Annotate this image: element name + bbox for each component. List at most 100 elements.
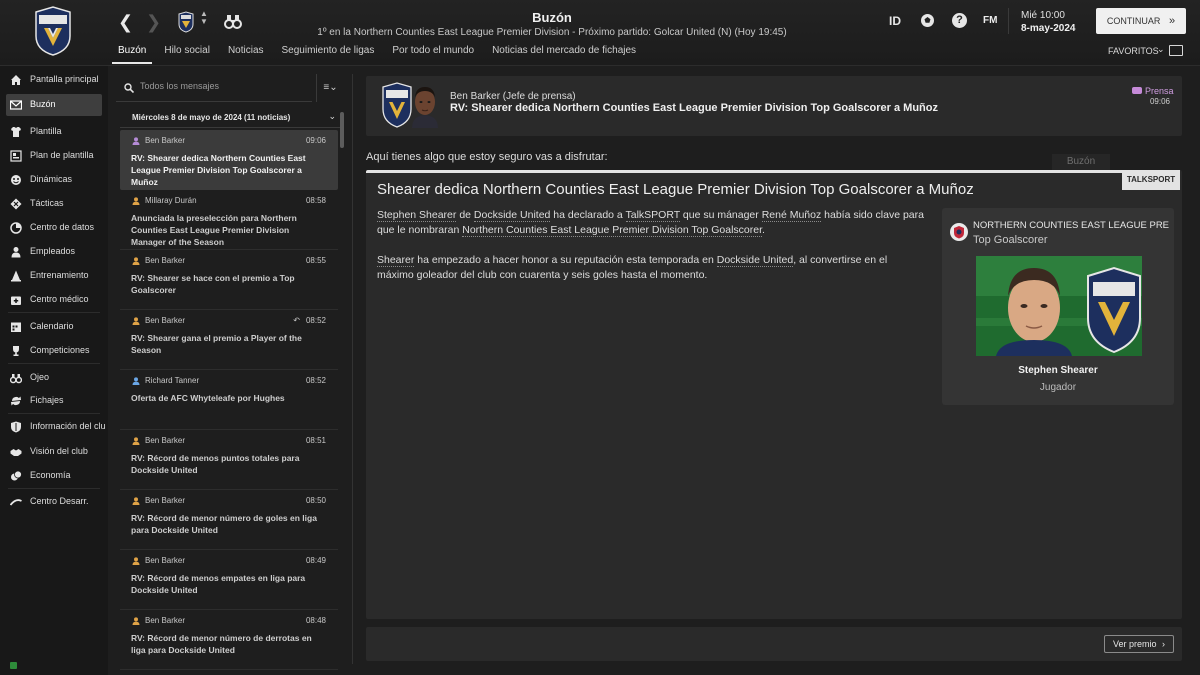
- club-link[interactable]: Dockside United: [473, 209, 551, 222]
- message-list-item[interactable]: Ben Barker ↶ 08:52 RV: Shearer gana el prem…: [120, 310, 338, 370]
- tab-por-todo-el-mundo[interactable]: Por todo el mundo: [386, 45, 480, 64]
- view-award-button[interactable]: Ver premio ›: [1104, 635, 1174, 653]
- sidebar-item-pantalla-principal[interactable]: Pantalla principal: [0, 69, 108, 91]
- message-list-item[interactable]: Ben Barker 09:06 RV: Shearer dedica Northe…: [120, 130, 338, 190]
- message-sender: Ben Barker: [145, 436, 186, 445]
- sidebar-item-label: Visión del club: [30, 446, 88, 456]
- sidebar-item-competiciones[interactable]: Competiciones: [0, 340, 108, 362]
- message-time: 08:50: [305, 496, 326, 505]
- player-photo[interactable]: [976, 256, 1142, 356]
- player-link[interactable]: Shearer: [377, 254, 415, 267]
- message-list-item[interactable]: Ben Barker 08:48 RV: Récord de menor númer…: [120, 610, 338, 670]
- binoculars-icon: [10, 374, 22, 384]
- fm-menu-button[interactable]: FM: [983, 15, 997, 26]
- award-name: Top Goalscorer: [973, 234, 1048, 246]
- list-scrollbar[interactable]: [340, 112, 344, 148]
- message-list-item[interactable]: Millaray Durán 08:58 Anunciada la preselec…: [120, 190, 338, 250]
- award-link[interactable]: Northern Counties East League Premier Di…: [462, 224, 763, 237]
- sidebar-item-fichajes[interactable]: Fichajes: [0, 390, 108, 412]
- chevron-down-icon[interactable]: ⌄: [1157, 44, 1165, 55]
- message-subject: RV: Récord de menos empates en liga para…: [131, 573, 306, 595]
- football-icon[interactable]: [920, 13, 935, 28]
- tab-seguimiento-ligas[interactable]: Seguimiento de ligas: [276, 45, 381, 64]
- sidebar-item-ojeo[interactable]: Ojeo: [0, 367, 108, 389]
- message-type: Prensa: [1145, 86, 1174, 96]
- sidebar-item-centro-datos[interactable]: Centro de datos: [0, 217, 108, 239]
- sidebar-item-label: Tácticas: [30, 198, 64, 208]
- message-subject: RV: Récord de menor número de goles en l…: [131, 513, 317, 535]
- message-sender: Ben Barker: [145, 136, 186, 145]
- club-link[interactable]: Dockside United: [716, 254, 794, 267]
- chevron-down-icon[interactable]: ⌄: [328, 111, 336, 122]
- message-time: 08:55: [305, 256, 326, 265]
- article-paragraph: Stephen Shearer de Dockside United ha de…: [377, 208, 925, 238]
- competition-logo-icon[interactable]: [949, 222, 969, 242]
- article-paragraph: Shearer ha empezado a hacer honor a su r…: [377, 253, 925, 283]
- message-time: 08:52: [305, 376, 326, 385]
- data-icon: [10, 222, 22, 234]
- sidebar-item-plan-plantilla[interactable]: Plan de plantilla: [0, 145, 108, 167]
- development-icon: [10, 499, 22, 506]
- mail-icon: [10, 100, 22, 110]
- message-subject: RV: Shearer dedica Northern Counties Eas…: [450, 102, 938, 114]
- screen-icon[interactable]: [1169, 45, 1183, 56]
- message-list-item[interactable]: Richard Tanner 08:52 Oferta de AFC Whytele…: [120, 370, 338, 430]
- message-sender[interactable]: Ben Barker (Jefe de prensa): [450, 91, 576, 102]
- message-subject: Oferta de AFC Whyteleafe por Hughes: [131, 393, 285, 403]
- trophy-icon: [13, 346, 19, 356]
- calendar-icon: [11, 322, 21, 332]
- search-input[interactable]: [140, 81, 310, 91]
- message-subject: RV: Shearer gana el premio a Player of t…: [131, 333, 302, 355]
- sender-person-icon: [132, 257, 140, 265]
- tab-hilo-social[interactable]: Hilo social: [158, 45, 216, 64]
- press-officer-avatar[interactable]: [410, 82, 440, 128]
- sidebar-item-entrenamiento[interactable]: Entrenamiento: [0, 265, 108, 287]
- favorites-menu[interactable]: FAVORITOS: [1108, 46, 1159, 56]
- message-sender: Ben Barker: [145, 556, 186, 565]
- sidebar-divider: [8, 488, 100, 489]
- sidebar-divider: [8, 363, 100, 364]
- day-group-header[interactable]: Miércoles 8 de mayo de 2024 (11 noticias…: [120, 108, 340, 128]
- next-match-status[interactable]: 1º en la Northern Counties East League P…: [0, 27, 1104, 38]
- message-list-item[interactable]: Ben Barker 08:49 RV: Récord de menos empat…: [120, 550, 338, 610]
- page-title: Buzón: [532, 10, 572, 25]
- filter-menu-button[interactable]: ≡⌄: [316, 74, 344, 102]
- award-player-name[interactable]: Stephen Shearer: [942, 365, 1174, 376]
- sidebar-item-centro-medico[interactable]: Centro médico: [0, 289, 108, 311]
- club-crest-icon[interactable]: [382, 82, 412, 128]
- search-box[interactable]: [116, 74, 312, 102]
- help-icon[interactable]: ?: [952, 13, 967, 28]
- text: ha declarado a: [550, 209, 626, 221]
- sidebar-item-plantilla[interactable]: Plantilla: [0, 121, 108, 143]
- sidebar-item-economia[interactable]: Economía: [0, 465, 108, 487]
- sidebar-item-empleados[interactable]: Empleados: [0, 241, 108, 263]
- award-competition[interactable]: NORTHERN COUNTIES EAST LEAGUE PREMIER...: [973, 220, 1169, 231]
- current-day-time: Mié 10:00: [1021, 10, 1065, 21]
- tab-buzon[interactable]: Buzón: [112, 45, 153, 64]
- message-list-item[interactable]: Ben Barker 08:50 RV: Récord de menor númer…: [120, 490, 338, 550]
- sidebar-item-informacion-club[interactable]: Información del club: [0, 416, 108, 438]
- id-button[interactable]: ID: [889, 14, 901, 28]
- message-subject: RV: Shearer dedica Northern Counties Eas…: [131, 153, 306, 187]
- sidebar-item-label: Centro Desarr.: [30, 496, 89, 506]
- manager-link[interactable]: René Muñoz: [761, 209, 822, 222]
- chevron-right-icon: ›: [1162, 639, 1166, 649]
- squad-plan-icon: [10, 150, 22, 162]
- sidebar-item-centro-desarrollo[interactable]: Centro Desarr.: [0, 491, 108, 513]
- sidebar-item-tacticas[interactable]: Tácticas: [0, 193, 108, 215]
- sidebar-item-dinamicas[interactable]: Dinámicas: [0, 169, 108, 191]
- message-list-item[interactable]: Ben Barker 08:51 RV: Récord de menos punto…: [120, 430, 338, 490]
- home-icon: [11, 75, 21, 85]
- sidebar-item-calendario[interactable]: Calendario: [0, 316, 108, 338]
- message-list-item[interactable]: Ben Barker 08:55 RV: Shearer se hace con e…: [120, 250, 338, 310]
- continue-button[interactable]: CONTINUAR »: [1096, 8, 1186, 34]
- sidebar-item-buzon[interactable]: Buzón: [6, 94, 102, 116]
- player-link[interactable]: Stephen Shearer: [377, 209, 457, 222]
- text: de: [456, 209, 474, 221]
- tab-mercado-fichajes[interactable]: Noticias del mercado de fichajes: [486, 45, 642, 64]
- view-award-label: Ver premio: [1112, 639, 1157, 649]
- tab-noticias[interactable]: Noticias: [222, 45, 270, 64]
- sidebar-item-vision-club[interactable]: Visión del club: [0, 441, 108, 463]
- sidebar-divider: [8, 413, 100, 414]
- media-link[interactable]: TalkSPORT: [625, 209, 680, 222]
